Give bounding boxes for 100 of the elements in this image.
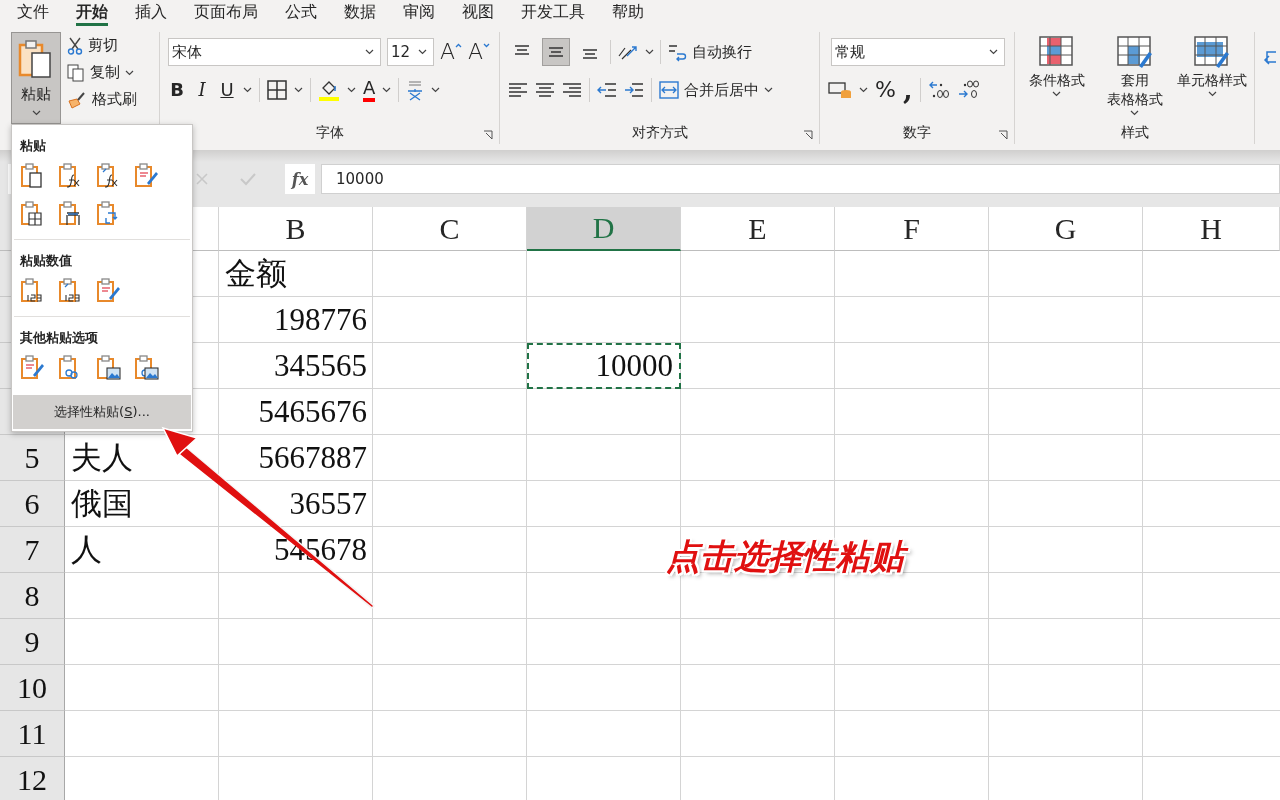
merge-center-button[interactable]: 合并后居中: [659, 80, 773, 100]
borders-icon[interactable]: [267, 80, 287, 100]
dialog-launcher-icon[interactable]: [998, 130, 1008, 140]
caret-icon: [243, 87, 252, 93]
row-header[interactable]: 6: [0, 481, 65, 527]
paste-special-item[interactable]: 选择性粘贴(S)...: [13, 395, 191, 429]
decrease-decimal-icon[interactable]: [956, 80, 979, 100]
ribbon-tab[interactable]: 审阅: [403, 0, 435, 26]
clipboard-icon: [18, 39, 54, 79]
clipboard-brush-icon[interactable]: [134, 163, 160, 189]
table-style-icon: [1194, 36, 1231, 70]
clipboard-link-image-icon[interactable]: [134, 355, 160, 381]
cut-button[interactable]: 剪切: [67, 36, 137, 55]
ribbon-tab[interactable]: 数据: [344, 0, 376, 26]
horizontal-align-icon[interactable]: [535, 81, 555, 99]
vertical-align-button[interactable]: [542, 38, 570, 66]
scissors-icon: [67, 36, 83, 55]
row-header[interactable]: 5: [0, 435, 65, 481]
merge-cells-icon: [659, 81, 679, 99]
group-label: 数字: [903, 124, 931, 142]
row-header[interactable]: 11: [0, 711, 65, 757]
copy-icon: [67, 63, 85, 82]
grow-font-button[interactable]: A: [440, 41, 463, 63]
styles-button[interactable]: 条件格式: [1021, 36, 1093, 122]
formula-field[interactable]: 10000: [321, 164, 1280, 194]
dialog-launcher-icon[interactable]: [483, 130, 493, 140]
paste-button[interactable]: 粘贴: [11, 32, 61, 124]
caret-icon: [294, 87, 303, 93]
italic-button[interactable]: I: [193, 79, 211, 101]
caret-icon: [125, 69, 134, 76]
percent-button[interactable]: %: [875, 79, 896, 101]
table-cell-text: 345565: [273, 347, 368, 385]
caret-icon: [431, 87, 441, 93]
styles-button[interactable]: 套用 表格格式: [1098, 36, 1171, 122]
caret-icon: [418, 49, 427, 55]
table-cell-text: 俄国: [70, 485, 134, 523]
annotation-text: 点击选择性粘贴: [660, 532, 910, 580]
font-size-field[interactable]: 12: [387, 38, 434, 66]
ribbon-tab[interactable]: 开发工具: [521, 0, 585, 26]
caret-icon: [347, 87, 356, 93]
table-cell-text: 金额: [224, 255, 288, 293]
caret-icon: [645, 49, 654, 55]
ribbon-tab[interactable]: 帮助: [612, 0, 644, 26]
caret-icon: [1207, 91, 1217, 97]
table-cell: 10000: [527, 343, 681, 389]
group-label: 样式: [1120, 124, 1149, 142]
column-header[interactable]: H: [1143, 207, 1280, 251]
caret-icon: [764, 87, 773, 93]
shrink-font-button[interactable]: A: [468, 41, 491, 63]
brush-icon: [67, 90, 87, 109]
clipboard-brush-icon[interactable]: [20, 355, 46, 381]
caret-icon: [989, 49, 998, 55]
caret-up-icon: [455, 43, 463, 48]
dialog-launcher-icon[interactable]: [803, 130, 813, 140]
caret-icon: [859, 87, 868, 93]
table-cell-text: 夫人: [70, 439, 134, 477]
clipboard-brush-icon[interactable]: [96, 278, 122, 304]
caret-icon: [1052, 91, 1062, 97]
group-label: 字体: [315, 124, 344, 142]
underline-button[interactable]: U: [218, 79, 236, 101]
row-header[interactable]: 10: [0, 665, 65, 711]
increase-indent-icon[interactable]: [624, 81, 644, 99]
increase-decimal-icon[interactable]: [927, 80, 950, 100]
ribbon-tab[interactable]: 视图: [462, 0, 494, 26]
font-color-button[interactable]: A: [363, 78, 376, 102]
caret-icon: [365, 49, 374, 55]
bold-button[interactable]: B: [168, 79, 186, 101]
row-header[interactable]: 9: [0, 619, 65, 665]
ribbon-tab[interactable]: 页面布局: [194, 0, 258, 26]
caret-icon: [1130, 110, 1139, 116]
ribbon-tab[interactable]: 插入: [135, 0, 167, 26]
column-header[interactable]: D: [527, 207, 681, 251]
group-label: 对齐方式: [631, 124, 688, 142]
wrap-text-icon: [667, 42, 687, 62]
table-cell-text: 人: [70, 531, 103, 569]
clipboard-image-icon[interactable]: [96, 355, 122, 381]
row-header[interactable]: 7: [0, 527, 65, 573]
insert-function-button[interactable]: fx: [285, 164, 315, 194]
caret-icon: [483, 43, 491, 48]
ribbon-tab[interactable]: 文件: [17, 0, 49, 26]
styles-button[interactable]: 单元格样式: [1176, 36, 1248, 122]
row-header[interactable]: 12: [0, 757, 65, 800]
phonetic-guide-icon[interactable]: [406, 79, 425, 101]
table-cell-text: 36557: [288, 485, 368, 523]
table-cell-text: 5667887: [257, 439, 368, 477]
row-header[interactable]: 8: [0, 573, 65, 619]
number-format-field[interactable]: 常规: [831, 38, 1005, 66]
caret-icon: [31, 110, 41, 116]
font-name-field[interactable]: 宋体: [168, 38, 381, 66]
accounting-format-icon[interactable]: [828, 80, 852, 100]
decrease-indent-icon[interactable]: [597, 81, 617, 99]
table-cell-text: 198776: [273, 301, 368, 339]
format-painter-button[interactable]: 格式刷: [67, 90, 137, 109]
caret-icon: [382, 87, 392, 93]
horizontal-align-icon[interactable]: [508, 81, 528, 99]
horizontal-align-icon[interactable]: [562, 81, 582, 99]
copy-button[interactable]: 复制: [67, 63, 137, 82]
wrap-text-button[interactable]: 自动换行: [667, 42, 752, 62]
fill-color-icon[interactable]: [318, 79, 340, 101]
ribbon-tab[interactable]: 公式: [285, 0, 317, 26]
